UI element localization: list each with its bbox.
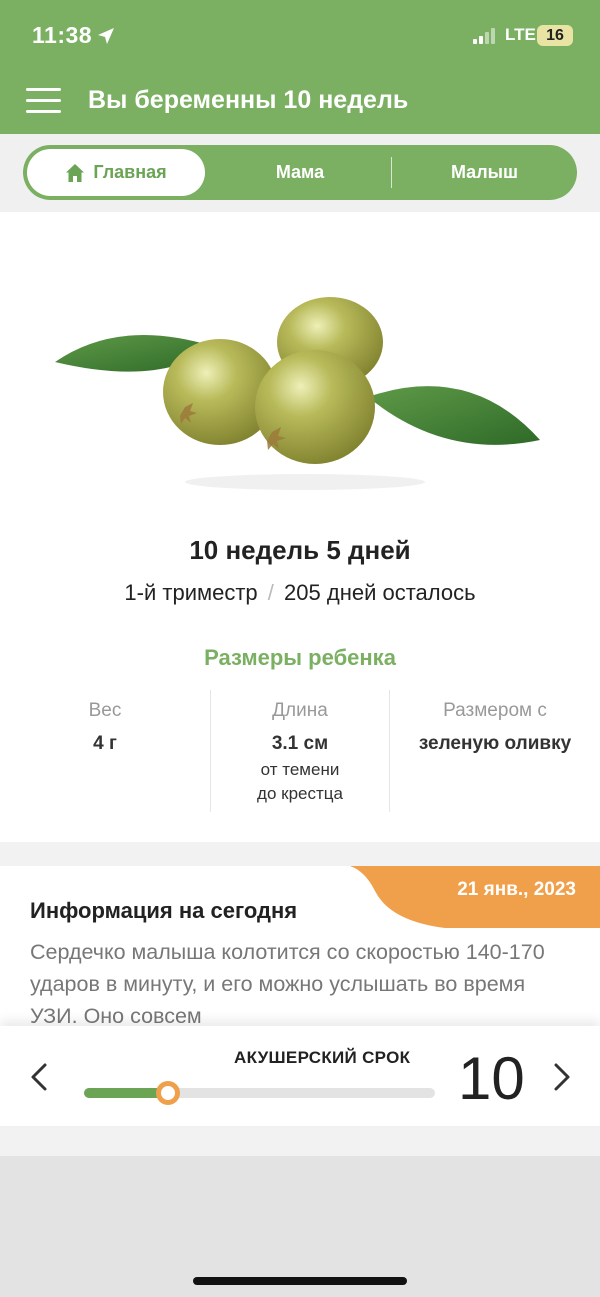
weight-value: 4 г xyxy=(93,733,117,754)
length-label: Длина xyxy=(272,700,328,721)
obstetric-term-label: АКУШЕРСКИЙ СРОК xyxy=(234,1048,411,1067)
chevron-left-icon[interactable] xyxy=(28,1062,50,1092)
tab-mom[interactable]: Мама xyxy=(209,145,391,200)
separator: / xyxy=(267,580,274,605)
length-note-line2: до крестца xyxy=(257,784,343,803)
network-type: LTE xyxy=(505,25,536,44)
battery-icon: 16 xyxy=(537,25,573,46)
segmented-control: Главная Мама Малыш xyxy=(23,145,577,200)
current-week-number: 10 xyxy=(458,1045,525,1112)
week-selector: АКУШЕРСКИЙ СРОК 10 xyxy=(0,1026,600,1126)
home-icon xyxy=(66,163,85,182)
olive-illustration xyxy=(55,297,540,490)
length-column: Длина 3.1 см от темени до крестца xyxy=(211,690,389,815)
tab-baby[interactable]: Малыш xyxy=(392,145,577,200)
week-summary-card: 10 недель 5 дней 1-й триместр / 205 дней… xyxy=(0,212,600,842)
page-title: Вы беременны 10 недель xyxy=(88,86,409,114)
length-value: 3.1 см xyxy=(271,733,329,754)
tab-home-label: Главная xyxy=(93,162,167,182)
trimester-info: 1-й триместр / 205 дней осталось xyxy=(0,580,600,606)
hamburger-menu-icon[interactable] xyxy=(26,88,61,114)
today-info-text: Сердечко малыша колотится со скоростью 1… xyxy=(30,940,545,1028)
weight-column: Вес 4 г xyxy=(0,690,210,815)
week-slider[interactable] xyxy=(84,1081,435,1105)
baby-size-title: Размеры ребенка xyxy=(204,645,396,670)
app-header: 11:38 LTE 16 Вы беременны 10 недель xyxy=(0,0,600,134)
compare-label: Размером с xyxy=(443,700,547,721)
length-note-line1: от темени xyxy=(260,760,340,779)
compare-column: Размером с зеленую оливку xyxy=(390,690,600,815)
trimester-text: 1-й триместр xyxy=(124,580,258,605)
tab-bar: Главная Мама Малыш xyxy=(0,134,600,212)
home-indicator[interactable] xyxy=(193,1277,407,1285)
date-badge: 21 янв., 2023 xyxy=(457,879,576,900)
days-left-text: 205 дней осталось xyxy=(284,580,476,605)
today-info-title: Информация на сегодня xyxy=(30,898,298,923)
compare-value: зеленую оливку xyxy=(418,733,572,754)
weight-label: Вес xyxy=(88,700,122,721)
location-arrow-icon xyxy=(98,28,114,44)
week-slider-thumb[interactable] xyxy=(156,1081,181,1105)
chevron-right-icon[interactable] xyxy=(551,1062,573,1092)
signal-icon xyxy=(473,28,499,44)
status-time: 11:38 xyxy=(32,22,93,48)
status-bar: 11:38 LTE 16 xyxy=(0,0,600,70)
footer-area xyxy=(0,1156,600,1297)
tab-home[interactable]: Главная xyxy=(27,149,205,196)
weeks-days-heading: 10 недель 5 дней xyxy=(189,535,411,565)
today-info-card[interactable]: 21 янв., 2023 Информация на сегодня Серд… xyxy=(0,866,600,1036)
